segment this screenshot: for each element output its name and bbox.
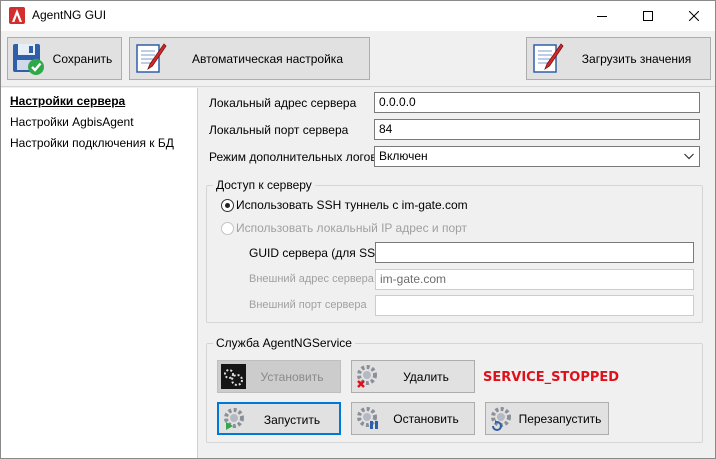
delete-button[interactable]: Удалить [351, 360, 475, 393]
service-group-title: Служба AgentNGService [213, 336, 355, 350]
radio-unselected-icon [221, 221, 234, 235]
server-access-title: Доступ к серверу [213, 178, 315, 192]
log-mode-value: Включен [379, 149, 428, 163]
maximize-icon [643, 11, 653, 21]
delete-button-label: Удалить [403, 370, 449, 384]
ext-port-label: Внешний порт сервера [249, 299, 367, 311]
guid-label: GUID сервера (для SSH) [249, 246, 388, 260]
ext-address-label: Внешний адрес сервера [249, 273, 374, 285]
gear-delete-icon [357, 365, 377, 388]
local-port-input[interactable]: 84 [374, 119, 700, 140]
local-ip-label: Использовать локальный IP адрес и порт [236, 221, 468, 235]
sidebar-item-agbisagent-settings[interactable]: Настройки AgbisAgent [10, 115, 134, 129]
load-values-button-label: Загрузить значения [581, 52, 692, 66]
gear-play-icon [224, 408, 244, 430]
save-button-label: Сохранить [52, 52, 113, 66]
minimize-button[interactable] [579, 1, 625, 31]
guid-input[interactable] [375, 242, 694, 263]
restart-button[interactable]: Перезапустить [485, 402, 609, 435]
save-icon [13, 44, 44, 75]
load-values-button[interactable]: Загрузить значения [526, 37, 711, 80]
server-access-group: Доступ к серверу Использовать SSH туннел… [206, 178, 703, 323]
sidebar-item-server-settings[interactable]: Настройки сервера [10, 94, 125, 108]
start-button[interactable]: Запустить [217, 402, 341, 435]
gear-restart-icon [491, 407, 511, 431]
install-button-label: Установить [260, 370, 324, 384]
auto-config-button[interactable]: Автоматическая настройка [129, 37, 370, 80]
toolbar: Сохранить Автоматическая настройка Загру… [1, 31, 715, 87]
local-address-input[interactable]: 0.0.0.0 [374, 92, 700, 113]
ext-port-input [375, 295, 694, 316]
window-title: AgentNG GUI [32, 8, 107, 22]
title-bar[interactable]: AgentNG GUI [1, 1, 715, 31]
app-logo-icon [9, 7, 25, 24]
ssh-tunnel-radio[interactable]: Использовать SSH туннель с im-gate.com [221, 197, 468, 213]
close-icon [689, 11, 699, 21]
settings-panel: Локальный адрес сервера 0.0.0.0 Локальны… [199, 88, 715, 458]
install-button: Установить [217, 360, 341, 393]
chevron-down-icon [684, 153, 694, 160]
ext-address-input: im-gate.com [375, 269, 694, 290]
gear-pause-icon [357, 407, 378, 429]
close-button[interactable] [671, 1, 716, 31]
install-icon [221, 364, 246, 389]
restart-button-label: Перезапустить [518, 412, 602, 426]
service-group: Служба AgentNGService Установить Удалить… [206, 336, 703, 443]
minimize-icon [597, 16, 607, 17]
auto-config-button-label: Автоматическая настройка [192, 52, 343, 66]
local-ip-radio: Использовать локальный IP адрес и порт [221, 220, 467, 236]
app-window: AgentNG GUI Сохранить Автоматическая нас… [0, 0, 716, 459]
document-pen-icon [533, 43, 564, 73]
stop-button[interactable]: Остановить [351, 402, 475, 435]
maximize-button[interactable] [625, 1, 671, 31]
service-status-text: SERVICE_STOPPED [483, 370, 620, 385]
radio-selected-icon [221, 198, 234, 212]
sidebar-item-db-connection-settings[interactable]: Настройки подключения к БД [10, 136, 174, 150]
local-port-label: Локальный порт сервера [209, 123, 349, 137]
local-address-label: Локальный адрес сервера [209, 96, 357, 110]
start-button-label: Запустить [263, 413, 321, 427]
ssh-tunnel-label: Использовать SSH туннель с im-gate.com [236, 198, 468, 212]
stop-button-label: Остановить [393, 412, 459, 426]
log-mode-label: Режим дополнительных логов [209, 150, 377, 164]
document-pen-icon [136, 43, 167, 73]
save-button[interactable]: Сохранить [7, 37, 122, 80]
log-mode-select[interactable]: Включен [374, 146, 700, 167]
sidebar: Настройки сервера Настройки AgbisAgent Н… [1, 88, 198, 458]
